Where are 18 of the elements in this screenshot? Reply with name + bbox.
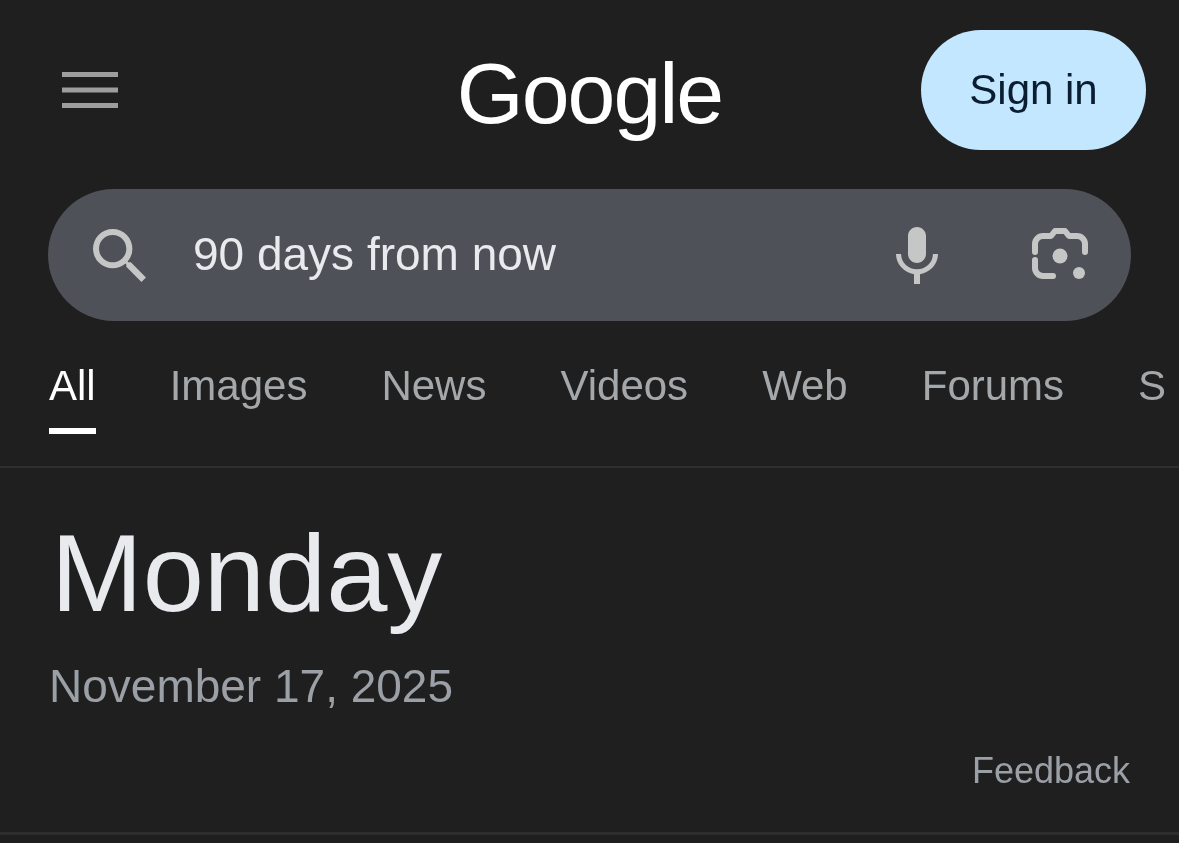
- search-tab[interactable]: Images: [169, 362, 308, 434]
- search-tab[interactable]: Forums: [921, 362, 1065, 434]
- microphone-icon[interactable]: [896, 226, 938, 284]
- search-tab[interactable]: Web: [762, 362, 848, 434]
- search-tab[interactable]: News: [381, 362, 487, 434]
- menu-icon[interactable]: [62, 72, 118, 108]
- search-input[interactable]: 90 days from now: [193, 227, 880, 283]
- search-tab[interactable]: S: [1138, 362, 1167, 434]
- date-text: November 17, 2025: [49, 658, 454, 714]
- sign-in-button[interactable]: Sign in: [921, 30, 1146, 150]
- camera-icon[interactable]: [1032, 228, 1088, 282]
- search-tab[interactable]: All: [49, 362, 96, 434]
- search-field[interactable]: 90 days from now: [48, 189, 1131, 321]
- logo-text: Google: [456, 44, 723, 144]
- feedback-link[interactable]: Feedback: [971, 748, 1130, 792]
- search-icon: [93, 228, 146, 282]
- day-heading: Monday: [50, 510, 443, 636]
- search-tab[interactable]: Videos: [560, 362, 689, 434]
